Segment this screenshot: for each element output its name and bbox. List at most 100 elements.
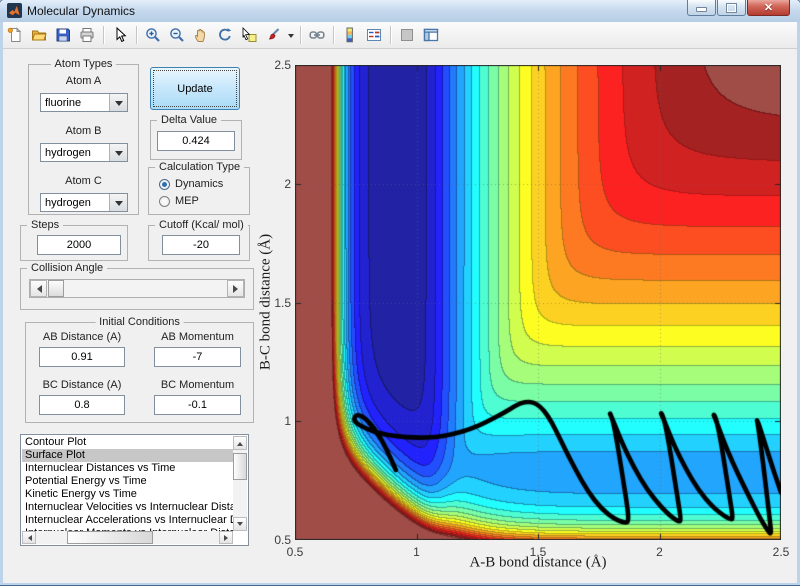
rotate-3d-button[interactable]: [213, 23, 237, 47]
radio-selected-icon[interactable]: [159, 178, 170, 190]
y-tick-label: 2: [284, 176, 291, 191]
window-title: Molecular Dynamics: [27, 4, 136, 18]
delta-value-title: Delta Value: [157, 114, 222, 126]
atom-b-dropdown[interactable]: hydrogen: [40, 143, 128, 162]
calc-option-dynamics[interactable]: Dynamics: [159, 178, 223, 190]
ab-distance-field[interactable]: [39, 347, 125, 367]
plot-list-item[interactable]: Potential Energy vs Time: [22, 475, 233, 488]
brush-icon: [268, 28, 280, 40]
bc-distance-label: BC Distance (A): [42, 379, 122, 391]
save-button[interactable]: [51, 23, 75, 47]
scroll-right-icon[interactable]: [219, 531, 233, 544]
maximize-icon: [726, 2, 737, 13]
listbox-hscrollbar[interactable]: [22, 531, 233, 544]
figure-toolbar: [3, 22, 797, 49]
pan-icon: [195, 28, 205, 42]
delta-value-panel: Delta Value: [150, 114, 242, 160]
bc-distance-field[interactable]: [39, 395, 125, 415]
plot-list-item[interactable]: Internuclear Accelerations vs Internucle…: [22, 514, 233, 527]
radio-unselected-icon[interactable]: [159, 195, 170, 207]
print-button[interactable]: [75, 23, 99, 47]
listbox-vscrollbar[interactable]: [233, 436, 247, 531]
slider-right-arrow-icon[interactable]: [227, 280, 244, 297]
cutoff-field[interactable]: [162, 235, 240, 255]
data-cursor-button[interactable]: [237, 23, 261, 47]
ab-momentum-label: AB Momentum: [161, 331, 234, 343]
atom-c-label: Atom C: [65, 175, 102, 187]
atom-c-dropdown[interactable]: hydrogen: [40, 193, 128, 212]
show-plot-tools-icon: [423, 28, 439, 42]
plot-list-item[interactable]: Kinetic Energy vs Time: [22, 488, 233, 501]
plot-list-item[interactable]: Internuclear Velocities vs Internuclear …: [22, 501, 233, 514]
x-tick-label: 2.5: [772, 545, 790, 559]
close-button[interactable]: ✕: [747, 0, 790, 16]
save-icon: [56, 28, 70, 42]
calc-option-mep[interactable]: MEP: [159, 195, 199, 207]
chevron-down-icon[interactable]: [109, 94, 127, 111]
atom-types-title: Atom Types: [50, 58, 117, 70]
minimize-button[interactable]: [687, 0, 716, 16]
atom-a-label: Atom A: [65, 75, 102, 87]
slider-left-arrow-icon[interactable]: [30, 280, 47, 297]
show-plot-tools-button[interactable]: [419, 23, 443, 47]
zoom-in-icon: [146, 28, 160, 42]
plot-list-item[interactable]: Internuclear Distances vs Time: [22, 462, 233, 475]
scroll-left-icon[interactable]: [22, 531, 36, 544]
cutoff-panel: Cutoff (Kcal/ mol): [148, 219, 250, 261]
steps-panel: Steps: [20, 219, 128, 261]
zoom-in-button[interactable]: [141, 23, 165, 47]
atom-a-dropdown[interactable]: fluorine: [40, 93, 128, 112]
initial-conditions-panel: Initial Conditions AB Distance (A) AB Mo…: [25, 316, 254, 423]
maximize-button[interactable]: [717, 0, 746, 16]
pointer-button[interactable]: [108, 23, 132, 47]
atom-types-panel: Atom Types Atom A fluorine Atom B hydrog…: [28, 58, 139, 215]
app-window: Molecular Dynamics ✕ Atom Types Atom A f…: [0, 0, 800, 586]
matlab-app-icon: [7, 3, 22, 18]
hide-plot-tools-icon: [401, 29, 413, 41]
pan-button[interactable]: [189, 23, 213, 47]
chevron-down-icon[interactable]: [109, 194, 127, 211]
collision-angle-slider[interactable]: [29, 279, 245, 298]
new-file-button[interactable]: [3, 23, 27, 47]
slider-thumb[interactable]: [48, 280, 64, 297]
zoom-out-button[interactable]: [165, 23, 189, 47]
collision-angle-title: Collision Angle: [27, 262, 108, 274]
bc-momentum-field[interactable]: [154, 395, 241, 415]
chevron-down-icon[interactable]: [109, 144, 127, 161]
plot-list-item[interactable]: Surface Plot: [22, 449, 233, 462]
toolbar-separator: [390, 26, 391, 44]
hscroll-thumb[interactable]: [67, 531, 153, 544]
toolbar-separator: [136, 26, 137, 44]
link-plot-button[interactable]: [305, 23, 329, 47]
open-folder-icon: [31, 30, 47, 41]
plot-type-listbox[interactable]: Contour Plot Surface Plot Internuclear Dis…: [20, 434, 249, 546]
atom-c-value: hydrogen: [45, 196, 91, 209]
steps-title: Steps: [27, 219, 64, 231]
vscroll-thumb[interactable]: [233, 453, 247, 480]
zoom-out-icon: [170, 28, 184, 42]
insert-colorbar-icon: [346, 27, 353, 43]
insert-colorbar-button[interactable]: [338, 23, 362, 47]
contour-plot-canvas[interactable]: [295, 65, 781, 540]
scroll-down-icon[interactable]: [233, 517, 247, 531]
update-button[interactable]: Update: [150, 67, 240, 110]
hide-plot-tools-button[interactable]: [395, 23, 419, 47]
ab-momentum-field[interactable]: [154, 347, 241, 367]
open-folder-button[interactable]: [27, 23, 51, 47]
insert-legend-button[interactable]: [362, 23, 386, 47]
minimize-icon: [696, 7, 707, 12]
title-bar[interactable]: Molecular Dynamics ✕: [0, 0, 800, 23]
delta-value-field[interactable]: [157, 131, 235, 151]
plot-list-item[interactable]: Contour Plot: [22, 436, 233, 449]
scroll-up-icon[interactable]: [233, 436, 247, 450]
new-file-icon: [7, 27, 22, 42]
rotate-3d-icon: [219, 28, 232, 41]
steps-field[interactable]: [37, 235, 121, 255]
y-tick-label: 2.5: [274, 58, 291, 72]
cutoff-title: Cutoff (Kcal/ mol): [155, 219, 248, 231]
toolbar-separator: [300, 26, 301, 44]
brush-button[interactable]: [261, 23, 285, 47]
brush-dropdown-button[interactable]: [285, 24, 296, 46]
insert-legend-icon: [367, 29, 381, 41]
initial-conditions-title: Initial Conditions: [95, 316, 184, 328]
